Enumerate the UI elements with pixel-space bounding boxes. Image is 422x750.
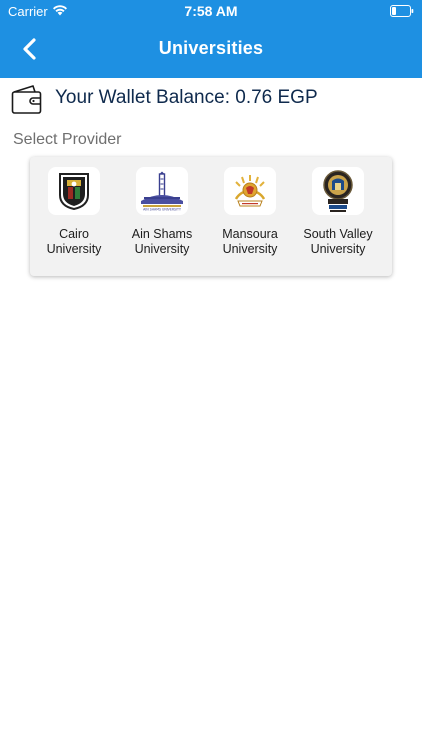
svg-text:AIN SHAMS UNIVERSITY: AIN SHAMS UNIVERSITY <box>143 208 181 212</box>
section-label: Select Provider <box>13 131 122 148</box>
south-valley-university-logo <box>323 170 353 212</box>
provider-name: Mansoura University <box>222 227 278 256</box>
provider-logo-box <box>224 167 276 215</box>
provider-name: South Valley University <box>303 227 373 256</box>
provider-name: Ain Shams University <box>131 227 193 256</box>
provider-ain-shams-university[interactable]: AIN SHAMS UNIVERSITY Ain Shams Universit… <box>118 167 206 267</box>
status-time: 7:58 AM <box>184 3 238 19</box>
provider-logo-box <box>312 167 364 215</box>
wallet-icon <box>11 85 42 114</box>
ain-shams-university-logo: AIN SHAMS UNIVERSITY <box>141 171 183 212</box>
provider-mansoura-university[interactable]: Mansoura University <box>206 167 294 267</box>
provider-logo-box: AIN SHAMS UNIVERSITY <box>136 167 188 215</box>
mansoura-university-logo <box>234 175 266 207</box>
cairo-university-logo <box>59 173 89 211</box>
status-bar: Carrier 7:58 AM <box>0 0 422 22</box>
provider-logo-box <box>48 167 100 215</box>
provider-name: Cairo University <box>46 227 102 256</box>
wallet-balance-row: Your Wallet Balance: 0.76 EGP <box>11 83 411 115</box>
nav-bar: Universities <box>0 22 422 78</box>
provider-card: Cairo University AIN SHAMS UNIVERSITY Ai… <box>30 157 392 276</box>
app-header: Carrier 7:58 AM Universities <box>0 0 422 78</box>
wallet-balance-label: Your Wallet Balance: 0.76 EGP <box>55 87 318 108</box>
provider-cairo-university[interactable]: Cairo University <box>30 167 118 267</box>
battery-icon <box>390 5 414 17</box>
page-title: Universities <box>158 38 264 58</box>
provider-south-valley-university[interactable]: South Valley University <box>294 167 382 267</box>
